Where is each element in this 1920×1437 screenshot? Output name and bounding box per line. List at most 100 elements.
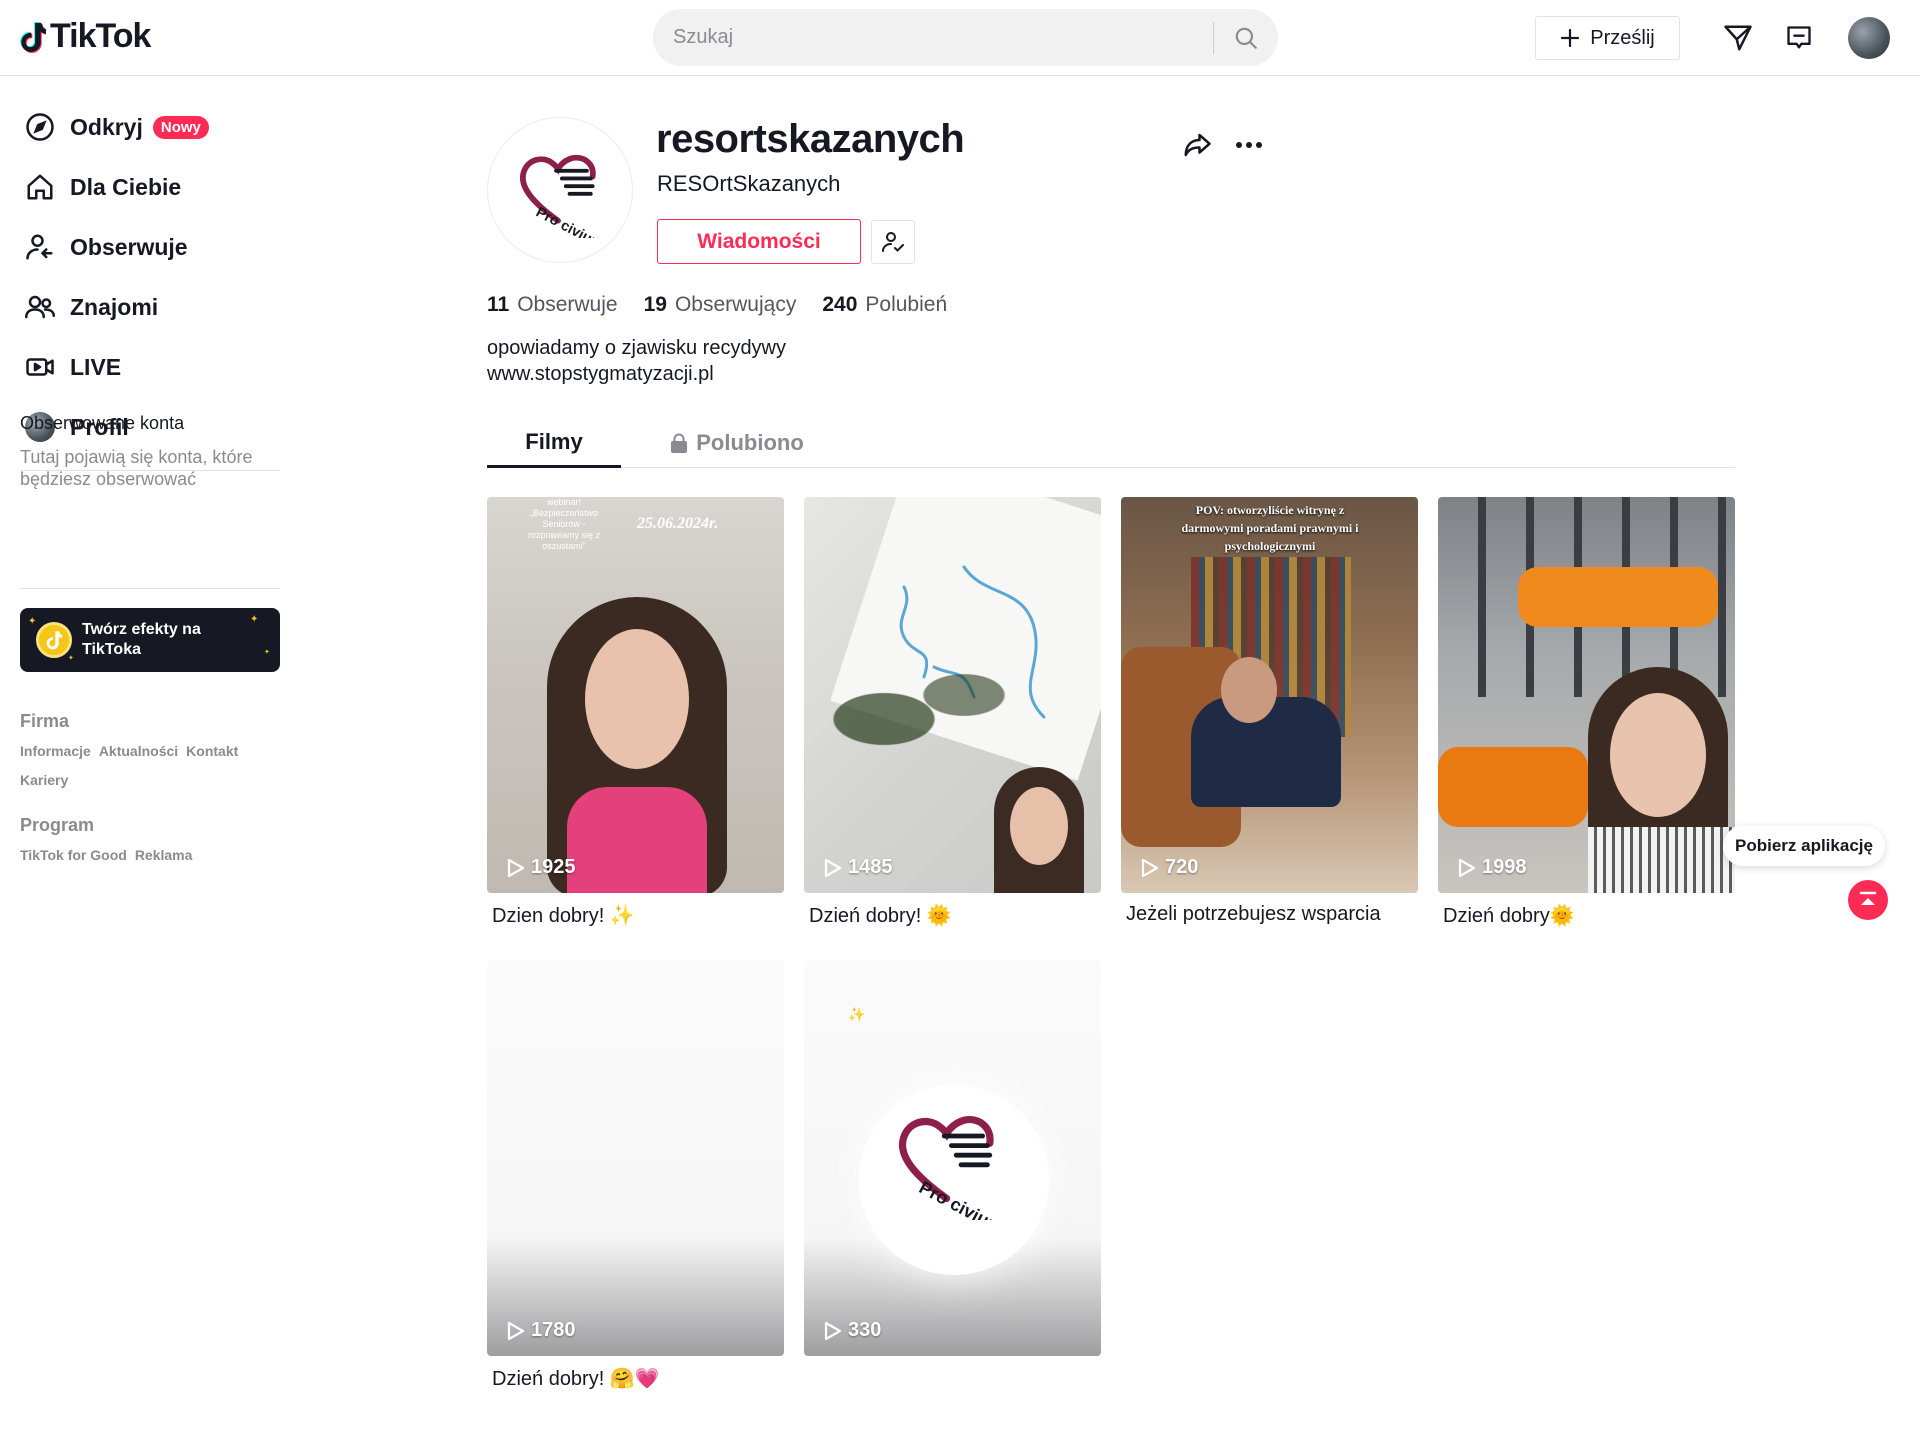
- person-silhouette: [527, 567, 747, 893]
- person-head: [1221, 657, 1277, 723]
- bio-link[interactable]: www.stopstygmatyzacji.pl: [487, 361, 786, 387]
- pro-civium-logo-icon: Pro civium: [898, 1116, 1007, 1220]
- share-profile-button[interactable]: [1180, 128, 1214, 162]
- view-count-value: 330: [848, 1319, 882, 1341]
- tiktok-logo[interactable]: TikTok: [20, 17, 151, 56]
- logo-text: TikTok: [50, 17, 151, 55]
- more-options-button[interactable]: [1232, 128, 1266, 162]
- new-badge: Nowy: [152, 115, 209, 139]
- footer-link[interactable]: TikTok for Good: [20, 847, 127, 863]
- messages-button[interactable]: [1783, 22, 1815, 54]
- inbox-send-button[interactable]: [1722, 22, 1754, 54]
- search-icon: [1235, 27, 1257, 49]
- arrow-up-icon: [1859, 891, 1877, 905]
- footer-link[interactable]: Kontakt: [186, 743, 238, 759]
- play-outline-icon: [824, 1321, 842, 1340]
- sparkle-icon: ✦: [264, 649, 270, 656]
- stat-followers[interactable]: 19 Obserwujący: [644, 293, 797, 317]
- view-count: 1780: [507, 1319, 576, 1342]
- footer-company-links: Informacje Aktualności Kontakt: [20, 743, 238, 759]
- video-card[interactable]: 1780 Dzień dobry! 🤗💗: [487, 960, 784, 1392]
- sparkle-icon: ✦: [250, 614, 259, 625]
- home-icon: [24, 171, 56, 203]
- stat-label: Obserwuje: [517, 293, 618, 316]
- stat-value: 240: [822, 293, 858, 316]
- video-thumbnail[interactable]: 1998: [1438, 497, 1735, 893]
- upload-label: Prześlij: [1590, 26, 1655, 49]
- sidebar-item-live[interactable]: LIVE: [24, 347, 121, 387]
- profile-nickname: RESOrtSkazanych: [657, 171, 841, 196]
- inmate-orange: [1518, 567, 1718, 627]
- create-effects-banner[interactable]: Twórz efekty na TikToka ✦ ✦ ✦ ✦: [20, 608, 280, 672]
- footer-program-title: Program: [20, 815, 95, 835]
- tab-label: Polubiono: [696, 430, 804, 455]
- scroll-to-top-button[interactable]: [1848, 880, 1888, 920]
- search-button[interactable]: [1214, 9, 1278, 66]
- user-check-icon: [882, 232, 904, 252]
- video-thumbnail[interactable]: ✨ Pro civium 330: [804, 960, 1101, 1356]
- video-card[interactable]: ✨ Pro civium 330: [804, 960, 1101, 1392]
- view-count-value: 1998: [1482, 856, 1527, 878]
- video-thumbnail[interactable]: webinar! „Bezpieczeństwo Seniorów - rozp…: [487, 497, 784, 893]
- sidebar-divider: [20, 588, 280, 589]
- tab-videos[interactable]: Filmy: [487, 418, 621, 468]
- sidebar-item-label: Odkryj: [70, 113, 143, 140]
- profile-avatar: Pro civium: [487, 117, 633, 263]
- person-face: [1610, 693, 1706, 817]
- view-count: 720: [1141, 856, 1198, 879]
- sidebar-item-label: Obserwuje: [70, 233, 188, 260]
- person-face-skin: [1010, 787, 1068, 865]
- sidebar-item-label: Znajomi: [70, 293, 159, 320]
- footer-link[interactable]: Reklama: [135, 847, 193, 863]
- tab-liked[interactable]: Polubiono: [662, 418, 812, 468]
- video-thumbnail[interactable]: 1485: [804, 497, 1101, 893]
- thumbnail-overlay-text: POV: otworzyliście witrynę z darmowymi p…: [1181, 503, 1359, 553]
- sidebar-item-friends[interactable]: Znajomi: [24, 287, 158, 327]
- message-button[interactable]: Wiadomości: [657, 219, 861, 264]
- video-card[interactable]: webinar! „Bezpieczeństwo Seniorów - rozp…: [487, 497, 784, 929]
- person-shirt: [1588, 827, 1735, 893]
- plant-leaves: [824, 647, 1024, 767]
- upload-button[interactable]: Prześlij: [1535, 16, 1680, 60]
- sidebar-item-for-you[interactable]: Dla Ciebie: [24, 167, 181, 207]
- view-count-value: 720: [1165, 856, 1199, 878]
- video-card[interactable]: 1998 Dzień dobry🌞: [1438, 497, 1735, 929]
- play-outline-icon: [1458, 858, 1476, 877]
- inmate-orange-lower: [1438, 747, 1588, 827]
- footer-link[interactable]: Aktualności: [99, 743, 178, 759]
- video-caption: Dzien dobry! ✨: [492, 905, 635, 927]
- live-camera-icon: [24, 351, 56, 383]
- user-avatar[interactable]: [1848, 17, 1890, 59]
- stat-following[interactable]: 11 Obserwuje: [487, 293, 618, 317]
- view-count: 1998: [1458, 856, 1527, 879]
- lock-icon: [671, 433, 688, 453]
- compass-icon: [24, 111, 56, 143]
- video-thumbnail[interactable]: POV: otworzyliście witrynę z darmowymi p…: [1121, 497, 1418, 893]
- play-outline-icon: [824, 858, 842, 877]
- footer-link[interactable]: Kariery: [20, 772, 68, 788]
- top-header: TikTok Prześlij: [0, 0, 1920, 76]
- share-arrow-icon: [1184, 133, 1211, 157]
- sidebar-item-following[interactable]: Obserwuje: [24, 227, 188, 267]
- sidebar-item-discover[interactable]: Odkryj Nowy: [24, 107, 209, 147]
- get-app-button[interactable]: Pobierz aplikację: [1723, 826, 1885, 866]
- following-accounts-desc: Tutaj pojawią się konta, które będziesz …: [20, 447, 253, 489]
- footer-link[interactable]: Informacje: [20, 743, 91, 759]
- footer-company-title: Firma: [20, 711, 70, 731]
- view-count: 330: [824, 1319, 881, 1342]
- video-card[interactable]: 1485 Dzień dobry! 🌞: [804, 497, 1101, 929]
- profile-stats: 11 Obserwuje 19 Obserwujący 240 Polubień: [487, 293, 947, 317]
- video-caption: Dzień dobry! 🌞: [809, 905, 952, 927]
- view-count: 1485: [824, 856, 893, 879]
- video-card[interactable]: POV: otworzyliście witrynę z darmowymi p…: [1121, 497, 1418, 929]
- search-input[interactable]: [653, 9, 1213, 66]
- video-thumbnail[interactable]: 1780: [487, 960, 784, 1356]
- message-box-icon: [1787, 26, 1811, 49]
- friends-icon: [24, 291, 56, 323]
- tiktok-note-icon: [20, 21, 46, 53]
- thumbnail-overlay-date: 25.06.2024r.: [637, 515, 719, 532]
- video-caption: [804, 1366, 1101, 1392]
- play-outline-icon: [507, 858, 525, 877]
- follow-options-button[interactable]: [871, 220, 915, 264]
- view-count: 1925: [507, 856, 576, 879]
